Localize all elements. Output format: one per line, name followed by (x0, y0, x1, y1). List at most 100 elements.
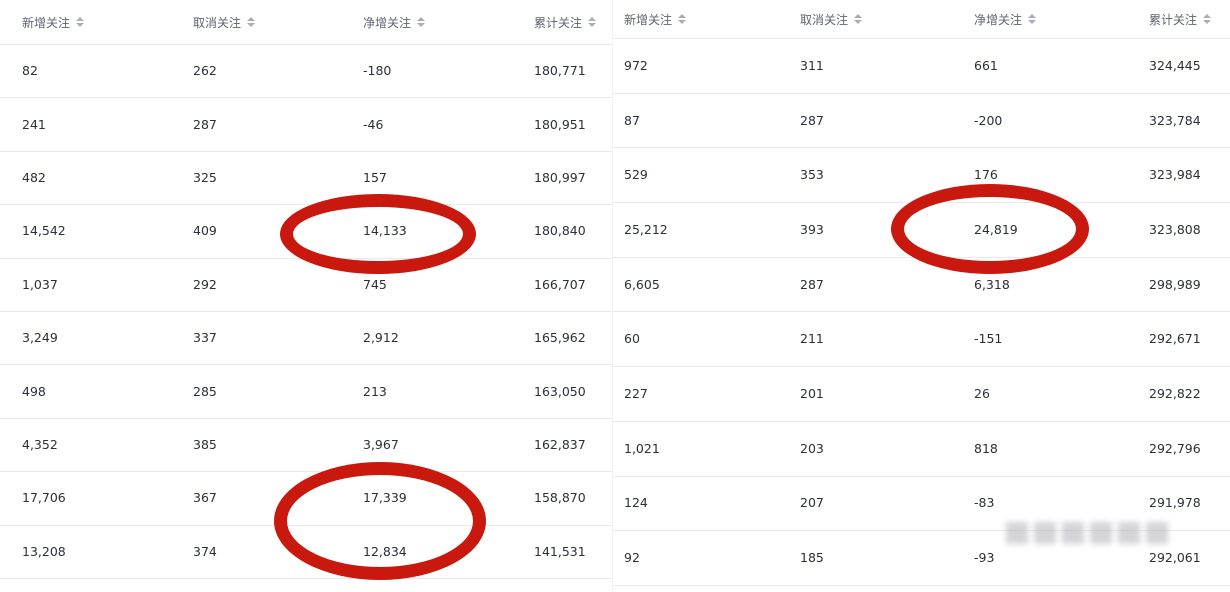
cell-new-follows: 124 (624, 495, 648, 511)
table-row: 4,352 385 3,967 162,837 (0, 418, 612, 473)
table-row: 498 285 213 163,050 (0, 364, 612, 419)
table-header: 新增关注 取消关注 净增关注 累计关注 (613, 0, 1230, 39)
cell-total-follows: 166,707 (534, 276, 586, 292)
table-row: 14,542 409 14,133 180,840 (0, 204, 612, 259)
cell-new-follows: 17,706 (22, 490, 66, 506)
table-row: 87 287 -200 323,784 (613, 93, 1230, 149)
column-header-label: 累计关注 (1149, 12, 1198, 27)
cell-net-follows: -46 (363, 116, 384, 132)
sort-icon[interactable] (854, 14, 863, 24)
cell-total-follows: 323,984 (1149, 167, 1201, 183)
cell-total-follows: 180,771 (534, 63, 586, 79)
table-row: 482 325 157 180,997 (0, 151, 612, 206)
table-row: 17,706 367 17,339 158,870 (0, 471, 612, 526)
table-row: 1,021 203 818 292,796 (613, 421, 1230, 477)
cell-new-follows: 3,249 (22, 330, 58, 346)
column-header-label: 取消关注 (800, 12, 849, 27)
cell-total-follows: 292,796 (1149, 440, 1201, 456)
cell-new-follows: 227 (624, 386, 648, 402)
cell-new-follows: 1,021 (624, 440, 660, 456)
column-header-label: 净增关注 (363, 15, 412, 30)
sort-icon[interactable] (1028, 14, 1037, 24)
sort-icon[interactable] (76, 17, 85, 27)
cell-new-follows: 4,352 (22, 436, 58, 452)
column-header-total-follows[interactable]: 累计关注 (534, 0, 597, 44)
cell-total-follows: 292,061 (1149, 550, 1201, 566)
table-row: 241 287 -46 180,951 (0, 97, 612, 152)
cell-net-follows: 17,339 (363, 490, 407, 506)
cell-unfollows: 207 (800, 495, 824, 511)
cell-total-follows: 162,837 (534, 436, 586, 452)
cell-new-follows: 482 (22, 169, 46, 185)
cell-total-follows: 180,840 (534, 223, 586, 239)
cell-unfollows: 337 (193, 330, 217, 346)
table-row: 124 207 -83 291,978 (613, 476, 1230, 532)
column-header-label: 净增关注 (974, 12, 1023, 27)
column-header-net-follows[interactable]: 净增关注 (974, 0, 1037, 38)
cell-unfollows: 185 (800, 550, 824, 566)
cell-net-follows: 818 (974, 440, 998, 456)
cell-new-follows: 1,037 (22, 276, 58, 292)
cell-new-follows: 14,542 (22, 223, 66, 239)
cell-unfollows: 287 (193, 116, 217, 132)
column-header-unfollows[interactable]: 取消关注 (193, 0, 256, 44)
cell-total-follows: 291,978 (1149, 495, 1201, 511)
column-header-label: 累计关注 (534, 15, 583, 30)
table-row: 92 185 -93 292,061 (613, 530, 1230, 586)
cell-net-follows: 24,819 (974, 221, 1018, 237)
column-header-label: 新增关注 (22, 15, 71, 30)
table-row: 972 311 661 324,445 (613, 38, 1230, 94)
cell-net-follows: -151 (974, 331, 1003, 347)
cell-net-follows: 2,912 (363, 330, 399, 346)
cell-new-follows: 82 (22, 63, 38, 79)
cell-new-follows: 87 (624, 112, 640, 128)
column-header-new-follows[interactable]: 新增关注 (624, 0, 687, 38)
cell-unfollows: 374 (193, 543, 217, 559)
cell-total-follows: 324,445 (1149, 57, 1201, 73)
cell-new-follows: 529 (624, 167, 648, 183)
sort-icon[interactable] (247, 17, 256, 27)
cell-total-follows: 323,808 (1149, 221, 1201, 237)
cell-unfollows: 409 (193, 223, 217, 239)
cell-new-follows: 13,208 (22, 543, 66, 559)
table-row: 227 201 26 292,822 (613, 366, 1230, 422)
cell-net-follows: 3,967 (363, 436, 399, 452)
cell-net-follows: 12,834 (363, 543, 407, 559)
cell-unfollows: 292 (193, 276, 217, 292)
cell-net-follows: 661 (974, 57, 998, 73)
cell-new-follows: 972 (624, 57, 648, 73)
cell-total-follows: 292,671 (1149, 331, 1201, 347)
cell-net-follows: 213 (363, 383, 387, 399)
sort-icon[interactable] (678, 14, 687, 24)
sort-icon[interactable] (417, 17, 426, 27)
table-row: 1,037 292 745 166,707 (0, 258, 612, 312)
cell-net-follows: -180 (363, 63, 392, 79)
cell-net-follows: 176 (974, 167, 998, 183)
cell-total-follows: 298,989 (1149, 276, 1201, 292)
cell-net-follows: -83 (974, 495, 995, 511)
cell-total-follows: 180,997 (534, 169, 586, 185)
cell-unfollows: 285 (193, 383, 217, 399)
cell-unfollows: 385 (193, 436, 217, 452)
column-header-new-follows[interactable]: 新增关注 (22, 0, 85, 44)
column-header-label: 新增关注 (624, 12, 673, 27)
table-row: 6,605 287 6,318 298,989 (613, 257, 1230, 313)
table-row: 3,249 337 2,912 165,962 (0, 311, 612, 366)
cell-unfollows: 287 (800, 112, 824, 128)
table-row: 25,212 393 24,819 323,808 (613, 202, 1230, 258)
table-right: 新增关注 取消关注 净增关注 累计关注 972 311 661 324,445 87 287 -20… (613, 0, 1230, 592)
cell-unfollows: 325 (193, 169, 217, 185)
cell-unfollows: 201 (800, 386, 824, 402)
cell-net-follows: 157 (363, 169, 387, 185)
column-header-unfollows[interactable]: 取消关注 (800, 0, 863, 38)
column-header-total-follows[interactable]: 累计关注 (1149, 0, 1212, 38)
table-row: 13,208 374 12,834 141,531 (0, 525, 612, 579)
table-row: 529 353 176 323,984 (613, 147, 1230, 204)
sort-icon[interactable] (1203, 14, 1212, 24)
cell-unfollows: 311 (800, 57, 824, 73)
cell-net-follows: -200 (974, 112, 1003, 128)
cell-net-follows: 14,133 (363, 223, 407, 239)
column-header-net-follows[interactable]: 净增关注 (363, 0, 426, 44)
cell-new-follows: 60 (624, 331, 640, 347)
sort-icon[interactable] (588, 17, 597, 27)
